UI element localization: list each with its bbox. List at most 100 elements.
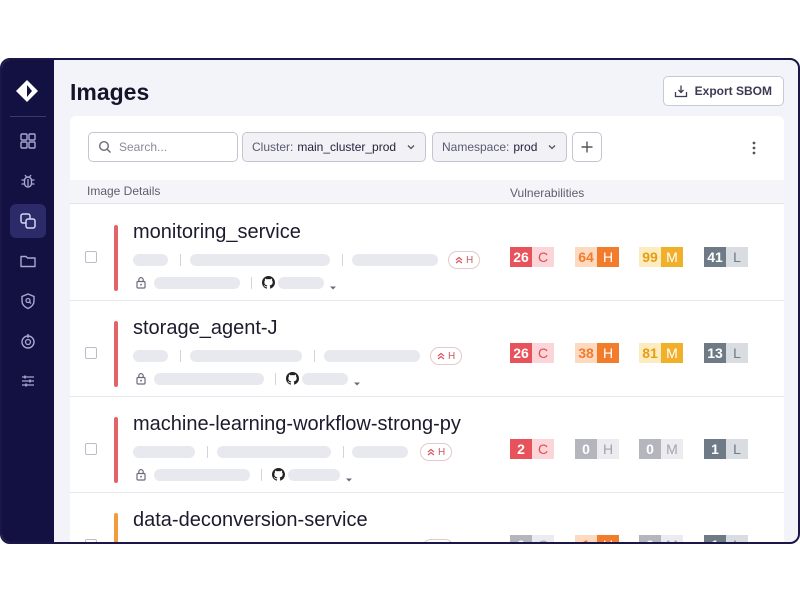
export-sbom-label: Export SBOM [694,84,772,98]
vuln-severity-letter: H [597,439,619,459]
dashboard-icon [20,133,36,149]
double-chevron-up-icon [437,352,445,360]
placeholder-bar [302,373,348,385]
vuln-count: 13 [704,343,726,363]
vuln-badge-high[interactable]: 0H [575,439,619,459]
separator [251,277,252,289]
vuln-count: 2 [510,439,532,459]
add-filter-button[interactable] [572,132,602,162]
cluster-select-label: Cluster: [252,140,294,154]
namespace-select-label: Namespace: [442,140,510,154]
placeholder-bar [133,254,168,266]
github-icon [286,372,299,390]
sidebar-item-vulnerabilities[interactable] [10,164,46,198]
vuln-severity-letter: H [597,247,619,267]
col-image-details: Image Details [87,184,161,198]
placeholder-bar [154,277,240,289]
severity-tag: H [422,539,455,542]
sidebar-item-folders[interactable] [10,244,46,278]
table-row[interactable]: monitoring_service H 26 C 64 H 99 M 41 L [70,205,784,301]
caret-down-icon[interactable] [329,279,337,297]
vuln-badge-critical[interactable]: 26 C [510,247,554,267]
row-checkbox[interactable] [85,347,97,359]
vuln-severity-letter: M [661,343,683,363]
table-row[interactable]: machine-learning-workflow-strong-py H 2 C 0 H… [70,397,784,493]
vuln-badge-high[interactable]: 38 H [575,343,619,363]
vuln-badge-critical[interactable]: 26 C [510,343,554,363]
vuln-badge-medium[interactable]: 0M [639,439,683,459]
caret-down-icon[interactable] [353,375,361,393]
shield-icon [21,293,35,310]
placeholder-bar [133,446,195,458]
vuln-count: 1 [704,439,726,459]
image-name[interactable]: machine-learning-workflow-strong-py [133,413,461,436]
placeholder-bar [190,350,302,362]
lock-icon [135,276,147,294]
image-name[interactable]: data-deconversion-service [133,509,368,532]
sidebar-item-settings[interactable] [10,364,46,398]
image-name[interactable]: storage_agent-J [133,317,278,340]
vuln-count: 38 [575,343,597,363]
separator [261,469,262,481]
table-row[interactable]: data-deconversion-serviceH0C1H0M1L [70,493,784,542]
logo-icon[interactable] [14,78,40,104]
severity-tag-label: H [466,254,474,266]
vuln-badge-medium[interactable]: 99 M [639,247,683,267]
kebab-menu-icon [752,141,756,155]
table-row[interactable]: storage_agent-J H 26 C 38 H 81 M 13 L [70,301,784,397]
image-name[interactable]: monitoring_service [133,221,301,244]
vuln-badge-low[interactable]: 13 L [704,343,748,363]
vuln-severity-letter: C [532,535,554,542]
plus-icon [581,141,593,153]
vuln-badge-high[interactable]: 1H [575,535,619,542]
placeholder-bar [324,350,420,362]
vuln-badge-medium[interactable]: 0M [639,535,683,542]
sidebar [2,60,54,542]
chevron-down-icon [548,145,556,150]
sidebar-item-runtime[interactable] [10,324,46,358]
vuln-severity-letter: L [726,343,748,363]
lock-icon [135,372,147,390]
row-checkbox[interactable] [85,443,97,455]
separator [342,254,343,266]
vuln-badge-critical[interactable]: 0C [510,535,554,542]
power-icon [21,334,35,349]
vuln-severity-letter: C [532,439,554,459]
more-options-button[interactable] [746,138,762,158]
search-input[interactable] [119,140,229,154]
placeholder-bar [217,446,331,458]
vuln-count: 0 [510,535,532,542]
download-icon [674,85,687,98]
vuln-badge-medium[interactable]: 81 M [639,343,683,363]
vuln-severity-letter: H [597,535,619,542]
folder-icon [20,255,36,268]
placeholder-bar [154,469,250,481]
table-header: Image Details Vulnerabilities [70,180,784,204]
github-icon [262,276,275,294]
caret-down-icon[interactable] [345,471,353,489]
vuln-count: 0 [639,439,661,459]
separator [343,446,344,458]
page-title: Images [70,79,150,105]
sidebar-item-images[interactable] [10,204,46,238]
namespace-select[interactable]: Namespace: prod [432,132,568,162]
vuln-badge-low[interactable]: 1L [704,535,748,542]
vuln-badge-low[interactable]: 1L [704,439,748,459]
row-checkbox[interactable] [85,539,97,542]
search-box[interactable] [88,132,238,162]
cluster-select[interactable]: Cluster: main_cluster_prod [242,132,427,162]
vuln-severity-letter: M [661,439,683,459]
sidebar-item-security[interactable] [10,284,46,318]
separator [180,350,181,362]
vuln-severity-letter: L [726,439,748,459]
vuln-badge-high[interactable]: 64 H [575,247,619,267]
vuln-badge-low[interactable]: 41 L [704,247,748,267]
vuln-badge-critical[interactable]: 2C [510,439,554,459]
vuln-severity-letter: M [661,247,683,267]
row-checkbox[interactable] [85,251,97,263]
export-sbom-button[interactable]: Export SBOM [662,76,784,106]
vuln-severity-letter: M [661,535,683,542]
sidebar-item-dashboard[interactable] [10,124,46,158]
severity-indicator [114,417,118,483]
vuln-count: 0 [639,535,661,542]
